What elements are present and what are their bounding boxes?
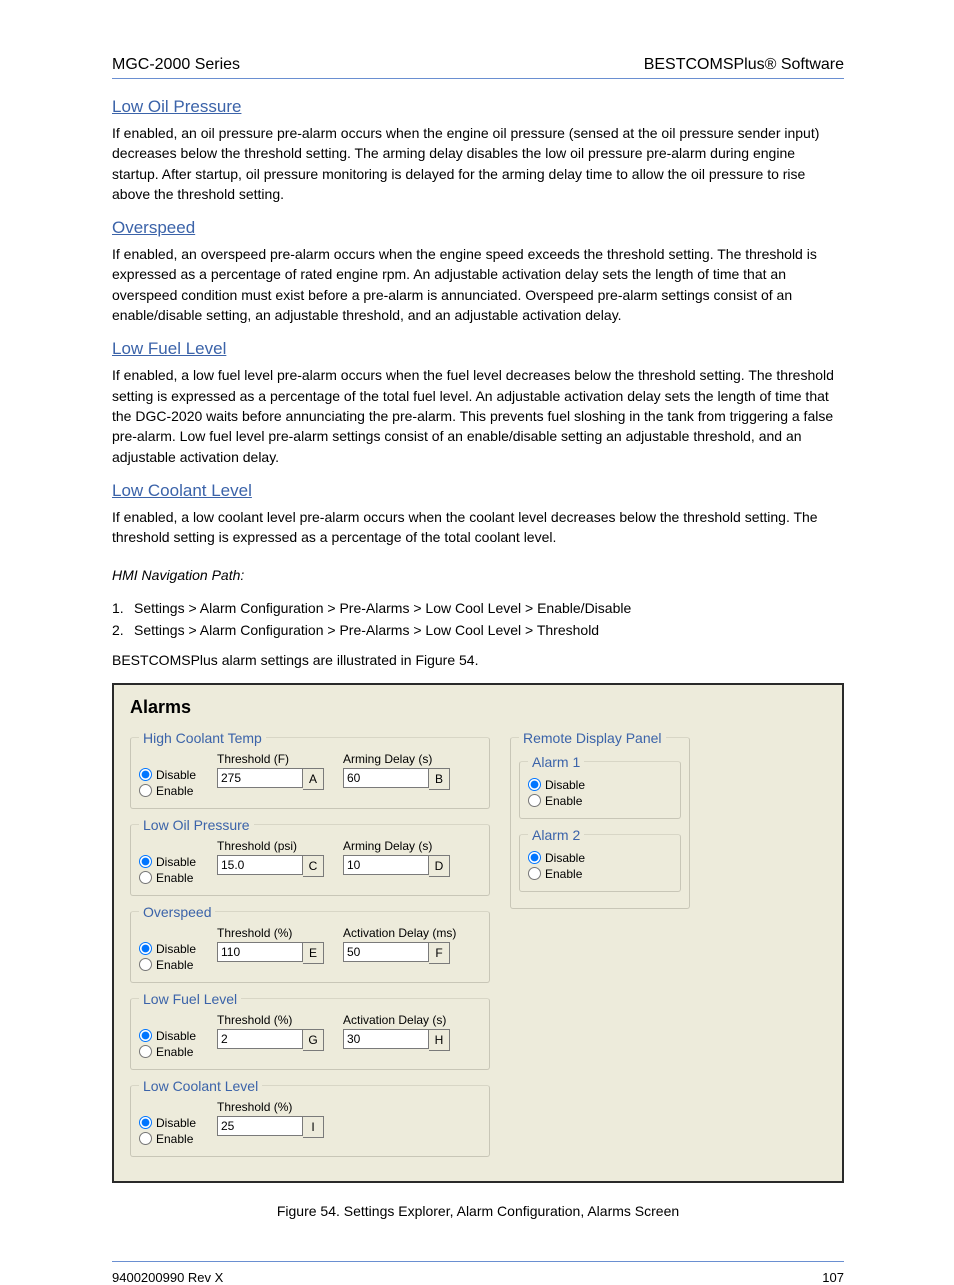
group-low-oil-pressure: Low Oil Pressure Disable Enable Threshol… [130, 817, 490, 896]
group-overspeed: Overspeed Disable Enable Threshold (%) E [130, 904, 490, 983]
marker-h: H [429, 1029, 450, 1051]
lop-threshold-input[interactable] [217, 855, 303, 875]
ovs-threshold-input[interactable] [217, 942, 303, 962]
radio-lop-enable[interactable]: Enable [139, 871, 217, 885]
footer-page: 107 [822, 1270, 844, 1285]
ovs-delay-label: Activation Delay (ms) [343, 926, 469, 940]
link-low-coolant-level[interactable]: Low Coolant Level [112, 481, 844, 501]
para-overspeed: If enabled, an overspeed pre-alarm occur… [112, 244, 844, 325]
hmi-nav-label: HMI Navigation Path: [112, 565, 844, 585]
link-low-fuel-level[interactable]: Low Fuel Level [112, 339, 844, 359]
footer-rule [112, 1261, 844, 1262]
ovs-threshold-label: Threshold (%) [217, 926, 343, 940]
hct-delay-input[interactable] [343, 768, 429, 788]
legend-high-coolant-temp: High Coolant Temp [139, 730, 266, 746]
lfl-delay-label: Activation Delay (s) [343, 1013, 469, 1027]
ovs-delay-input[interactable] [343, 942, 429, 962]
lcl-threshold-label: Threshold (%) [217, 1100, 343, 1114]
marker-i: I [303, 1116, 324, 1138]
marker-d: D [429, 855, 450, 877]
legend-alarm-1: Alarm 1 [528, 754, 584, 770]
radio-ovs-enable[interactable]: Enable [139, 958, 217, 972]
para-low-coolant: If enabled, a low coolant level pre-alar… [112, 507, 844, 548]
lfl-delay-input[interactable] [343, 1029, 429, 1049]
radio-hct-disable[interactable]: Disable [139, 768, 217, 782]
group-remote-display-panel: Remote Display Panel Alarm 1 Disable Ena… [510, 730, 690, 909]
radio-a1-enable[interactable]: Enable [528, 794, 606, 808]
radio-lfl-disable[interactable]: Disable [139, 1029, 217, 1043]
radio-lcl-disable[interactable]: Disable [139, 1116, 217, 1130]
hct-threshold-input[interactable] [217, 768, 303, 788]
para-low-oil: If enabled, an oil pressure pre-alarm oc… [112, 123, 844, 204]
lop-threshold-label: Threshold (psi) [217, 839, 343, 853]
lfl-threshold-input[interactable] [217, 1029, 303, 1049]
figure-caption: Figure 54. Settings Explorer, Alarm Conf… [112, 1201, 844, 1221]
hct-threshold-label: Threshold (F) [217, 752, 343, 766]
radio-a1-disable[interactable]: Disable [528, 778, 606, 792]
marker-a: A [303, 768, 324, 790]
alarms-panel: Alarms High Coolant Temp Disable Enable … [112, 683, 844, 1183]
marker-f: F [429, 942, 450, 964]
radio-hct-enable[interactable]: Enable [139, 784, 217, 798]
header-line: MGC-2000 Series BESTCOMSPlus® Software [112, 56, 844, 74]
group-low-fuel-level: Low Fuel Level Disable Enable Threshold … [130, 991, 490, 1070]
list-item: 2.Settings > Alarm Configuration > Pre-A… [112, 620, 844, 640]
list-item: 1.Settings > Alarm Configuration > Pre-A… [112, 598, 844, 618]
legend-overspeed: Overspeed [139, 904, 215, 920]
marker-e: E [303, 942, 324, 964]
lop-delay-input[interactable] [343, 855, 429, 875]
radio-lcl-enable[interactable]: Enable [139, 1132, 217, 1146]
header-section: BESTCOMSPlus® Software [644, 56, 844, 74]
lop-delay-label: Arming Delay (s) [343, 839, 469, 853]
legend-low-oil-pressure: Low Oil Pressure [139, 817, 254, 833]
header-rule [112, 78, 844, 79]
panel-title: Alarms [130, 697, 826, 718]
group-high-coolant-temp: High Coolant Temp Disable Enable Thresho… [130, 730, 490, 809]
group-low-coolant-level: Low Coolant Level Disable Enable Thresho… [130, 1078, 490, 1157]
legend-alarm-2: Alarm 2 [528, 827, 584, 843]
marker-g: G [303, 1029, 324, 1051]
legend-low-fuel-level: Low Fuel Level [139, 991, 241, 1007]
legend-rdp: Remote Display Panel [519, 730, 666, 746]
radio-lfl-enable[interactable]: Enable [139, 1045, 217, 1059]
legend-low-coolant-level: Low Coolant Level [139, 1078, 262, 1094]
lcl-threshold-input[interactable] [217, 1116, 303, 1136]
radio-lop-disable[interactable]: Disable [139, 855, 217, 869]
link-overspeed[interactable]: Overspeed [112, 218, 844, 238]
link-low-oil-pressure[interactable]: Low Oil Pressure [112, 97, 844, 117]
radio-a2-enable[interactable]: Enable [528, 867, 606, 881]
para-low-fuel: If enabled, a low fuel level pre-alarm o… [112, 365, 844, 466]
marker-c: C [303, 855, 324, 877]
hct-delay-label: Arming Delay (s) [343, 752, 469, 766]
bestcoms-intro: BESTCOMSPlus alarm settings are illustra… [112, 650, 844, 670]
group-alarm-2: Alarm 2 Disable Enable [519, 827, 681, 892]
radio-ovs-disable[interactable]: Disable [139, 942, 217, 956]
header-product: MGC-2000 Series [112, 56, 240, 74]
footer-rev: 9400200990 Rev X [112, 1270, 223, 1285]
footer: 9400200990 Rev X 107 [112, 1270, 844, 1285]
group-alarm-1: Alarm 1 Disable Enable [519, 754, 681, 819]
hmi-nav-list: 1.Settings > Alarm Configuration > Pre-A… [112, 598, 844, 641]
lfl-threshold-label: Threshold (%) [217, 1013, 343, 1027]
marker-b: B [429, 768, 450, 790]
radio-a2-disable[interactable]: Disable [528, 851, 606, 865]
